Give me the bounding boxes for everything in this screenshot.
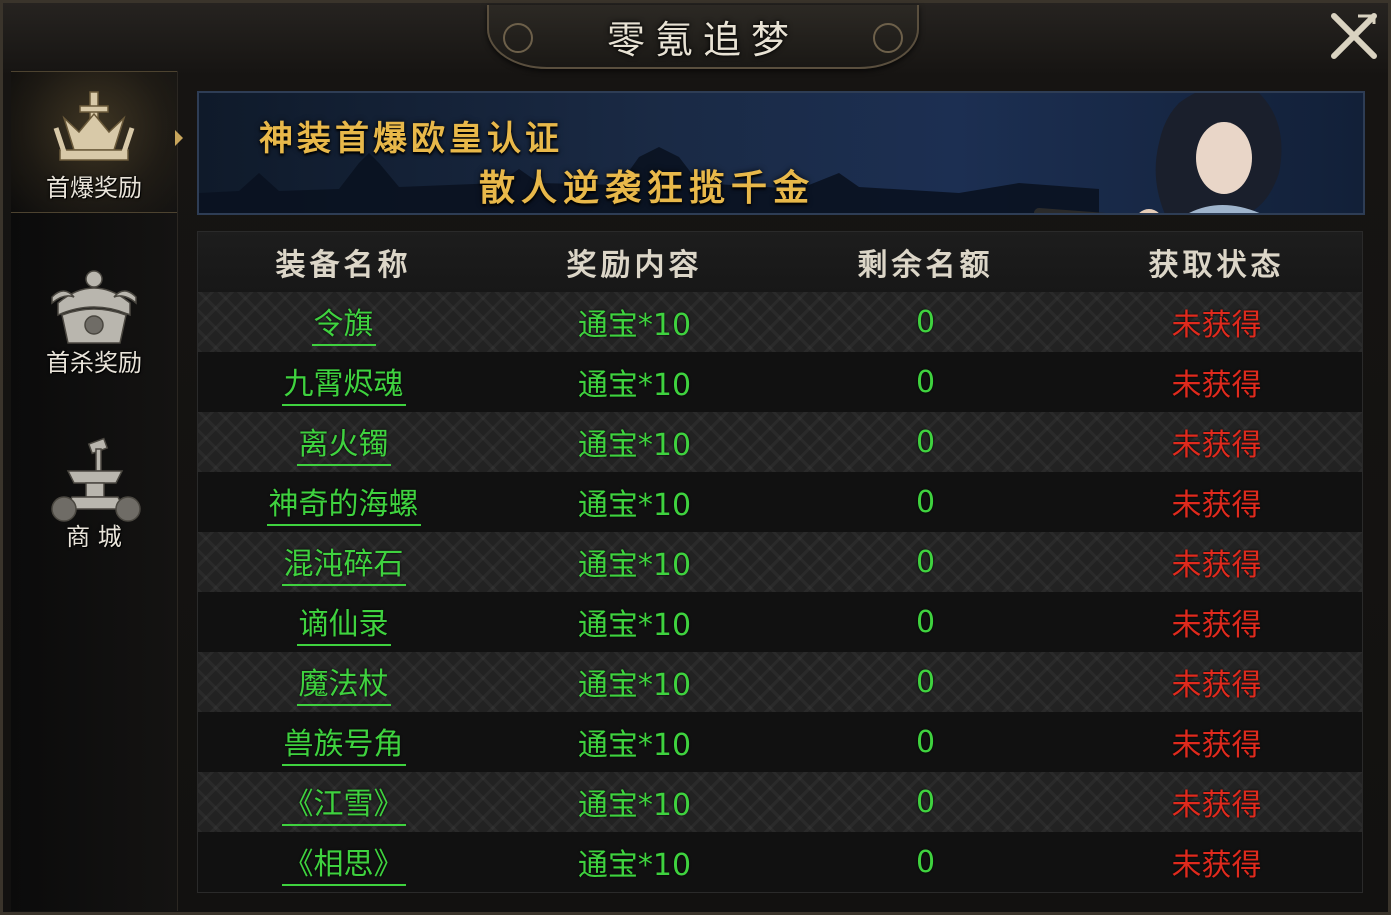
table-row: 混沌碎石 通宝*10 0 未获得	[198, 532, 1362, 592]
reward-value: 通宝*10	[577, 308, 692, 343]
remaining-count: 0	[915, 364, 936, 400]
reward-value: 通宝*10	[577, 608, 692, 643]
table-row: 谪仙录 通宝*10 0 未获得	[198, 592, 1362, 652]
reward-value: 通宝*10	[577, 788, 692, 823]
equipment-name-link[interactable]: 兽族号角	[281, 719, 406, 766]
status-text: 未获得	[1171, 368, 1262, 403]
column-header-status: 获取状态	[1148, 248, 1285, 283]
close-button[interactable]	[1325, 7, 1383, 65]
promo-banner: 神装首爆欧皇认证 散人逆袭狂揽千金	[197, 91, 1365, 215]
title-plate: 零氪追梦	[487, 5, 919, 69]
sidebar-item-shop[interactable]: 商 城	[11, 421, 177, 561]
banner-headline: 神装首爆欧皇认证	[259, 119, 563, 159]
equipment-name-link[interactable]: 《江雪》	[281, 779, 406, 826]
column-header-remaining: 剩余名额	[857, 248, 994, 283]
remaining-count: 0	[915, 844, 936, 880]
equipment-name-link[interactable]: 令旗	[311, 299, 376, 346]
remaining-count: 0	[915, 484, 936, 520]
status-text: 未获得	[1171, 608, 1262, 643]
equipment-name-link[interactable]: 混沌碎石	[281, 539, 406, 586]
sidebar-item-label: 商 城	[66, 523, 122, 551]
table-row: 离火镯 通宝*10 0 未获得	[198, 412, 1362, 472]
sidebar-item-label: 首杀奖励	[46, 349, 142, 377]
table-row: 令旗 通宝*10 0 未获得	[198, 292, 1362, 352]
remaining-count: 0	[915, 304, 936, 340]
banner-subheadline: 散人逆袭狂揽千金	[479, 167, 816, 209]
status-text: 未获得	[1171, 488, 1262, 523]
remaining-count: 0	[915, 784, 936, 820]
remaining-count: 0	[915, 604, 936, 640]
status-text: 未获得	[1171, 788, 1262, 823]
equipment-name-link[interactable]: 离火镯	[296, 419, 391, 466]
equipment-name-link[interactable]: 魔法杖	[296, 659, 391, 706]
status-text: 未获得	[1171, 428, 1262, 463]
equipment-name-link[interactable]: 九霄烬魂	[281, 359, 406, 406]
status-text: 未获得	[1171, 848, 1262, 883]
reward-value: 通宝*10	[577, 728, 692, 763]
reward-value: 通宝*10	[577, 428, 692, 463]
column-header-reward: 奖励内容	[566, 248, 703, 283]
sidebar-item-first-drop-reward[interactable]: 首爆奖励	[11, 71, 177, 213]
table-row: 《相思》 通宝*10 0 未获得	[198, 832, 1362, 892]
column-header-equipment-name: 装备名称	[275, 248, 412, 283]
sidebar-item-label: 首爆奖励	[46, 174, 142, 202]
status-text: 未获得	[1171, 668, 1262, 703]
close-icon	[1331, 13, 1377, 59]
status-text: 未获得	[1171, 548, 1262, 583]
equipment-name-link[interactable]: 神奇的海螺	[266, 479, 421, 526]
table-row: 兽族号角 通宝*10 0 未获得	[198, 712, 1362, 772]
reward-value: 通宝*10	[577, 668, 692, 703]
game-window: 零氪追梦 首爆奖励 首杀奖励 商 城 神装首爆欧皇认证 散人逆袭狂揽千金 装备名…	[0, 0, 1391, 915]
equipment-name-link[interactable]: 《相思》	[281, 839, 406, 886]
table-row: 《江雪》 通宝*10 0 未获得	[198, 772, 1362, 832]
remaining-count: 0	[915, 664, 936, 700]
sidebar: 首爆奖励 首杀奖励 商 城	[11, 71, 178, 911]
reward-table: 装备名称 奖励内容 剩余名额 获取状态 令旗 通宝*10 0 未获得 九霄烬魂 …	[197, 231, 1363, 893]
remaining-count: 0	[915, 544, 936, 580]
table-header: 装备名称 奖励内容 剩余名额 获取状态	[198, 232, 1362, 292]
remaining-count: 0	[915, 424, 936, 460]
reward-value: 通宝*10	[577, 848, 692, 883]
equipment-name-link[interactable]: 谪仙录	[296, 599, 391, 646]
table-row: 神奇的海螺 通宝*10 0 未获得	[198, 472, 1362, 532]
window-title: 零氪追梦	[606, 17, 799, 62]
sidebar-item-first-kill-reward[interactable]: 首杀奖励	[11, 247, 177, 387]
status-text: 未获得	[1171, 308, 1262, 343]
table-row: 魔法杖 通宝*10 0 未获得	[198, 652, 1362, 712]
remaining-count: 0	[915, 724, 936, 760]
active-tab-arrow	[175, 130, 183, 146]
reward-value: 通宝*10	[577, 368, 692, 403]
status-text: 未获得	[1171, 728, 1262, 763]
table-row: 九霄烬魂 通宝*10 0 未获得	[198, 352, 1362, 412]
reward-value: 通宝*10	[577, 548, 692, 583]
hero-character-illustration	[1034, 93, 1282, 213]
reward-value: 通宝*10	[577, 488, 692, 523]
